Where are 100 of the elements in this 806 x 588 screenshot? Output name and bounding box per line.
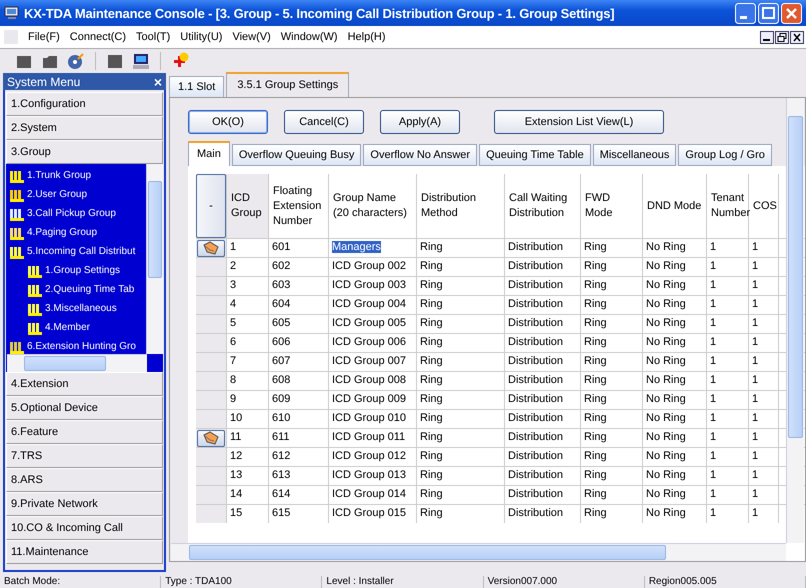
action-button[interactable]: Extension List View(L) bbox=[494, 110, 664, 134]
tree-item[interactable]: 5.Incoming Call Distribut bbox=[27, 246, 136, 257]
column-header: Tenant Number bbox=[707, 174, 749, 238]
menu-section[interactable]: 2.System bbox=[6, 116, 163, 140]
column-header: FWD Mode bbox=[581, 174, 643, 238]
table-cell: 1 bbox=[707, 239, 749, 257]
vertical-scrollbar[interactable] bbox=[786, 98, 804, 543]
table-cell: 1 bbox=[749, 391, 779, 409]
table-cell: Distribution bbox=[505, 505, 581, 523]
table-cell: ICD Group 009 bbox=[329, 391, 417, 409]
tab[interactable]: Overflow Queuing Busy bbox=[232, 144, 362, 166]
menu-section[interactable]: 11.Maintenance bbox=[6, 540, 163, 564]
menu-section[interactable]: 3.Group bbox=[6, 140, 163, 164]
tab[interactable]: Miscellaneous bbox=[592, 144, 676, 166]
table-cell: Ring bbox=[581, 334, 643, 352]
table-cell: 1 bbox=[707, 372, 749, 390]
table-cell: 1 bbox=[707, 391, 749, 409]
minimize-icon[interactable] bbox=[760, 30, 774, 44]
menu-section[interactable]: 9.Private Network bbox=[6, 492, 163, 516]
table-cell: Distribution bbox=[505, 448, 581, 466]
table-cell: Ring bbox=[417, 467, 505, 485]
menu-item[interactable]: Window(W) bbox=[280, 31, 338, 43]
table-cell: 1 bbox=[707, 296, 749, 314]
restore-icon[interactable] bbox=[775, 30, 789, 44]
column-header: DND Mode bbox=[643, 174, 707, 238]
table-cell: ICD Group 015 bbox=[329, 505, 417, 523]
table-cell: Managers bbox=[329, 239, 417, 257]
table-cell: Distribution bbox=[505, 391, 581, 409]
table-cell: 8 bbox=[227, 372, 269, 390]
window-title: KX-TDA Maintenance Console - [3. Group - 5. Incoming Call Distribution Group - 1. Group Settings] bbox=[24, 6, 616, 20]
table-cell: Ring bbox=[417, 277, 505, 295]
table-cell: Ring bbox=[581, 353, 643, 371]
table-cell: 10 bbox=[227, 410, 269, 428]
table-cell: Ring bbox=[417, 448, 505, 466]
menu-section[interactable]: 5.Optional Device bbox=[6, 396, 163, 420]
table-cell: Distribution bbox=[505, 258, 581, 276]
column-header: Call Waiting Distribution bbox=[505, 174, 581, 238]
action-button[interactable]: OK(O) bbox=[188, 110, 268, 134]
tree-item[interactable]: 2.Queuing Time Tab bbox=[45, 284, 134, 295]
tab[interactable]: Main bbox=[188, 141, 230, 166]
vertical-scrollbar[interactable] bbox=[146, 164, 163, 354]
table-cell: 1 bbox=[749, 486, 779, 504]
table-cell: No Ring bbox=[643, 448, 707, 466]
menu-item[interactable]: Help(H) bbox=[348, 31, 386, 43]
tab[interactable]: Queuing Time Table bbox=[479, 144, 591, 166]
table-cell: No Ring bbox=[643, 277, 707, 295]
table-cell: ICD Group 003 bbox=[329, 277, 417, 295]
table-cell: No Ring bbox=[643, 239, 707, 257]
table-cell: Ring bbox=[417, 486, 505, 504]
table-cell: Ring bbox=[417, 334, 505, 352]
table-cell: Ring bbox=[417, 315, 505, 333]
table-cell: 1 bbox=[749, 353, 779, 371]
table-cell: 608 bbox=[269, 372, 329, 390]
menu-item[interactable]: View(V) bbox=[232, 31, 271, 43]
table-cell: 1 bbox=[707, 334, 749, 352]
menu-section[interactable]: 4.Extension bbox=[6, 372, 163, 396]
tree-item[interactable]: 6.Extension Hunting Gro bbox=[27, 341, 136, 352]
table-cell: No Ring bbox=[643, 296, 707, 314]
tab[interactable]: Group Log / Gro bbox=[678, 144, 772, 166]
table-cell: 602 bbox=[269, 258, 329, 276]
tree-item[interactable]: 1.Trunk Group bbox=[27, 170, 92, 181]
document-tab[interactable]: 1.1 Slot bbox=[169, 76, 224, 97]
menu-section[interactable]: 8.ARS bbox=[6, 468, 163, 492]
tree-item[interactable]: 4.Paging Group bbox=[27, 227, 98, 238]
tree-item[interactable]: 2.User Group bbox=[27, 189, 88, 200]
table-cell: 1 bbox=[749, 505, 779, 523]
close-icon[interactable] bbox=[790, 30, 804, 44]
table-cell: Ring bbox=[581, 391, 643, 409]
action-button[interactable]: Apply(A) bbox=[380, 110, 460, 134]
document-tab[interactable]: 3.5.1 Group Settings bbox=[226, 72, 350, 97]
maximize-icon[interactable] bbox=[758, 2, 779, 24]
tab[interactable]: Overflow No Answer bbox=[363, 144, 478, 166]
table-cell: 611 bbox=[269, 429, 329, 447]
tree-item[interactable]: 3.Call Pickup Group bbox=[27, 208, 116, 219]
menu-section[interactable]: 10.CO & Incoming Call bbox=[6, 516, 163, 540]
action-button[interactable]: Cancel(C) bbox=[284, 110, 364, 134]
corner-button[interactable]: - bbox=[196, 174, 226, 238]
table-cell: Distribution bbox=[505, 334, 581, 352]
tree-item[interactable]: 1.Group Settings bbox=[45, 265, 120, 276]
monitor-icon[interactable] bbox=[131, 51, 151, 71]
table-cell: 12 bbox=[227, 448, 269, 466]
tree-item[interactable]: 4.Member bbox=[45, 322, 90, 333]
menu-item[interactable]: Tool(T) bbox=[136, 31, 170, 43]
menu-item[interactable]: File(F) bbox=[28, 31, 60, 43]
menu-section[interactable]: 1.Configuration bbox=[6, 92, 163, 116]
menu-section[interactable]: 6.Feature bbox=[6, 420, 163, 444]
table-cell: 603 bbox=[269, 277, 329, 295]
table-cell: 5 bbox=[227, 315, 269, 333]
disc-icon[interactable] bbox=[66, 51, 86, 71]
menu-item[interactable]: Utility(U) bbox=[180, 31, 222, 43]
menu-section[interactable]: 7.TRS bbox=[6, 444, 163, 468]
horizontal-scrollbar[interactable] bbox=[7, 354, 147, 372]
table-cell: 1 bbox=[227, 239, 269, 257]
tree-item[interactable]: 3.Miscellaneous bbox=[45, 303, 117, 314]
horizontal-scrollbar[interactable] bbox=[171, 543, 786, 561]
table-cell: ICD Group 010 bbox=[329, 410, 417, 428]
table-cell: No Ring bbox=[643, 334, 707, 352]
close-button[interactable]: × bbox=[154, 74, 162, 90]
table-cell: No Ring bbox=[643, 505, 707, 523]
menu-item[interactable]: Connect(C) bbox=[70, 31, 126, 43]
